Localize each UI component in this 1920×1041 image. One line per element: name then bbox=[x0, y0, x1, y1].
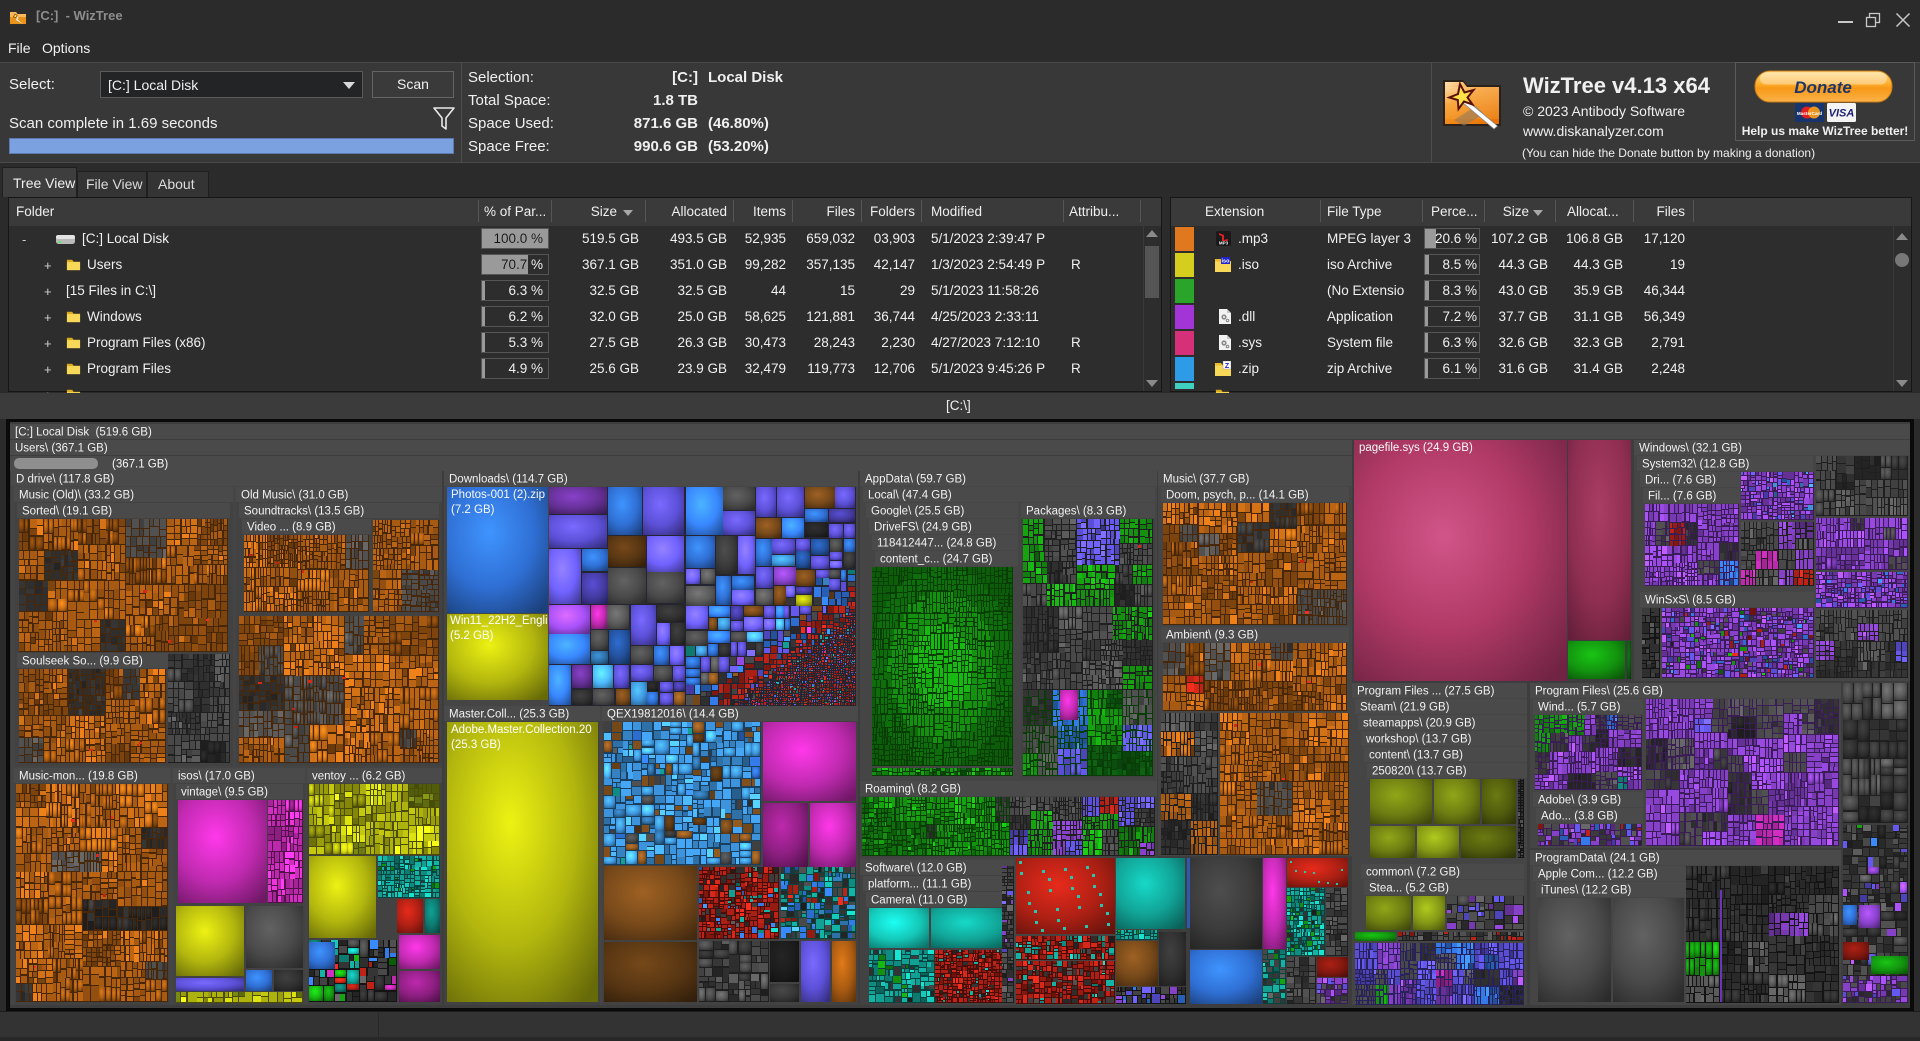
svg-text:ventoy ... (6.2 GB): ventoy ... (6.2 GB) bbox=[312, 771, 405, 783]
svg-text:Soundtracks\ (13.5 GB): Soundtracks\ (13.5 GB) bbox=[244, 506, 364, 518]
svg-text:workshop\ (13.7 GB): workshop\ (13.7 GB) bbox=[1365, 734, 1472, 746]
svg-text:DriveFS\ (24.9 GB): DriveFS\ (24.9 GB) bbox=[874, 522, 972, 534]
svg-text:Wind... (5.7 GB): Wind... (5.7 GB) bbox=[1538, 702, 1621, 714]
svg-text:Stea... (5.2 GB): Stea... (5.2 GB) bbox=[1369, 883, 1449, 895]
svg-text:Music\ (37.7 GB): Music\ (37.7 GB) bbox=[1163, 474, 1249, 486]
svg-text:Music (Old)\ (33.2 GB): Music (Old)\ (33.2 GB) bbox=[19, 490, 134, 502]
svg-text:platform... (11.1 GB): platform... (11.1 GB) bbox=[868, 879, 971, 891]
svg-text:250820\ (13.7 GB): 250820\ (13.7 GB) bbox=[1372, 766, 1467, 778]
svg-text:common\ (7.2 GB): common\ (7.2 GB) bbox=[1366, 867, 1460, 879]
svg-text:Roaming\ (8.2 GB): Roaming\ (8.2 GB) bbox=[865, 784, 961, 796]
svg-text:Users\ (367.1 GB): Users\ (367.1 GB) bbox=[15, 443, 108, 455]
svg-text:Steam\ (21.9 GB): Steam\ (21.9 GB) bbox=[1360, 702, 1450, 714]
svg-text:Adobe.Master.Collection.20: Adobe.Master.Collection.20 bbox=[451, 724, 592, 736]
svg-text:content_c... (24.7 GB): content_c... (24.7 GB) bbox=[880, 554, 993, 566]
svg-text:Doom, psych, p... (14.1 GB): Doom, psych, p... (14.1 GB) bbox=[1166, 490, 1309, 502]
svg-text:Software\ (12.0 GB): Software\ (12.0 GB) bbox=[865, 863, 967, 875]
svg-text:D drive\ (117.8 GB): D drive\ (117.8 GB) bbox=[16, 474, 114, 486]
svg-text:Photos-001 (2).zip: Photos-001 (2).zip bbox=[451, 489, 545, 501]
svg-text:Program Files\ (25.6 GB): Program Files\ (25.6 GB) bbox=[1535, 686, 1663, 698]
svg-text:Video ... (8.9 GB): Video ... (8.9 GB) bbox=[247, 522, 336, 534]
svg-text:Ambient\ (9.3 GB): Ambient\ (9.3 GB) bbox=[1166, 630, 1258, 642]
svg-text:(5.2 GB): (5.2 GB) bbox=[450, 630, 494, 642]
svg-text:(25.3 GB): (25.3 GB) bbox=[451, 739, 501, 751]
svg-text:Ado... (3.8 GB): Ado... (3.8 GB) bbox=[1541, 811, 1618, 823]
svg-text:QEX19812016\ (14.4 GB): QEX19812016\ (14.4 GB) bbox=[607, 709, 739, 721]
svg-text:Soulseek So... (9.9 GB): Soulseek So... (9.9 GB) bbox=[22, 656, 143, 668]
svg-text:Program Files ... (27.5 GB): Program Files ... (27.5 GB) bbox=[1357, 686, 1495, 698]
svg-text:Apple Com... (12.2 GB): Apple Com... (12.2 GB) bbox=[1538, 869, 1658, 881]
svg-text:Local\ (47.4 GB): Local\ (47.4 GB) bbox=[868, 490, 952, 502]
svg-text:Adobe\ (3.9 GB): Adobe\ (3.9 GB) bbox=[1538, 795, 1621, 807]
svg-text:vintage\ (9.5 GB): vintage\ (9.5 GB) bbox=[181, 787, 268, 799]
svg-text:iTunes\ (12.2 GB): iTunes\ (12.2 GB) bbox=[1541, 885, 1632, 897]
svg-text:pagefile.sys (24.9 GB): pagefile.sys (24.9 GB) bbox=[1359, 442, 1473, 454]
svg-text:118412447... (24.8 GB): 118412447... (24.8 GB) bbox=[877, 538, 997, 550]
svg-text:content\ (13.7 GB): content\ (13.7 GB) bbox=[1369, 750, 1463, 762]
svg-text:WinSxS\ (8.5 GB): WinSxS\ (8.5 GB) bbox=[1645, 595, 1736, 607]
svg-text:Old Music\ (31.0 GB): Old Music\ (31.0 GB) bbox=[241, 490, 349, 502]
svg-text:Win11_22H2_Engli: Win11_22H2_Engli bbox=[450, 615, 548, 627]
svg-text:Packages\ (8.3 GB): Packages\ (8.3 GB) bbox=[1026, 506, 1127, 518]
svg-text:Dri... (7.6 GB): Dri... (7.6 GB) bbox=[1645, 475, 1716, 487]
svg-text:Music-mon... (19.8 GB): Music-mon... (19.8 GB) bbox=[19, 771, 138, 783]
svg-text:Windows\ (32.1 GB): Windows\ (32.1 GB) bbox=[1639, 443, 1742, 455]
svg-text:System32\ (12.8 GB): System32\ (12.8 GB) bbox=[1642, 459, 1750, 471]
svg-text:(7.2 GB): (7.2 GB) bbox=[451, 504, 495, 516]
svg-text:ProgramData\ (24.1 GB): ProgramData\ (24.1 GB) bbox=[1535, 853, 1660, 865]
svg-text:isos\ (17.0 GB): isos\ (17.0 GB) bbox=[178, 771, 255, 783]
svg-text:steamapps\ (20.9 GB): steamapps\ (20.9 GB) bbox=[1363, 718, 1476, 730]
svg-text:Master.Coll... (25.3 GB): Master.Coll... (25.3 GB) bbox=[449, 709, 569, 721]
svg-text:Fil... (7.6 GB): Fil... (7.6 GB) bbox=[1648, 491, 1717, 503]
svg-text:Camera\ (11.0 GB): Camera\ (11.0 GB) bbox=[871, 895, 967, 907]
svg-text:AppData\ (59.7 GB): AppData\ (59.7 GB) bbox=[865, 474, 966, 486]
svg-text:Downloads\ (114.7 GB): Downloads\ (114.7 GB) bbox=[449, 474, 568, 486]
svg-text:(367.1 GB): (367.1 GB) bbox=[112, 459, 168, 471]
svg-text:Google\ (25.5 GB): Google\ (25.5 GB) bbox=[871, 506, 964, 518]
svg-text:[C:] Local Disk (519.6 GB): [C:] Local Disk (519.6 GB) bbox=[15, 427, 152, 439]
svg-text:Sorted\ (19.1 GB): Sorted\ (19.1 GB) bbox=[22, 506, 112, 518]
